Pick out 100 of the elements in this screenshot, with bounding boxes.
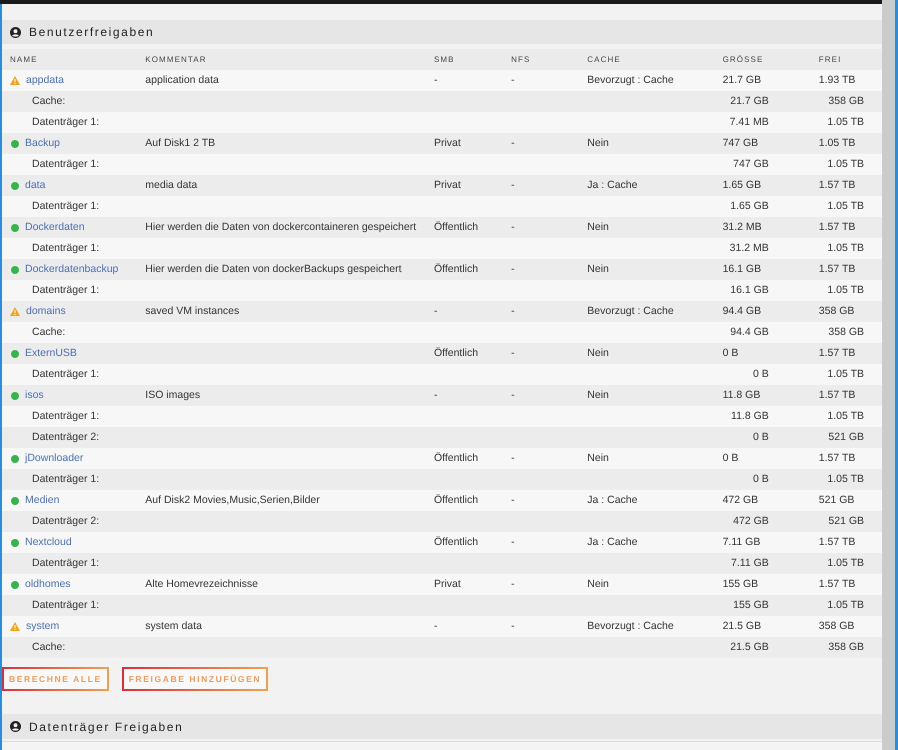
nfs-value: - bbox=[511, 494, 515, 506]
share-link[interactable]: ExternUSB bbox=[25, 343, 77, 364]
smb-value: Öffentlich bbox=[434, 494, 478, 506]
free-value: 1.57 TB bbox=[818, 179, 856, 191]
free-value: 1.05 TB bbox=[827, 368, 864, 380]
nfs-value: - bbox=[511, 263, 515, 275]
size-value: 1.65 GB bbox=[722, 179, 762, 191]
share-link[interactable]: data bbox=[25, 175, 46, 196]
free-value: 1.57 TB bbox=[818, 536, 856, 548]
column-header: SMB bbox=[434, 55, 455, 64]
size-value: 0 B bbox=[753, 431, 769, 443]
size-value: 747 GB bbox=[733, 158, 769, 170]
nfs-value: - bbox=[511, 179, 515, 191]
share-comment: media data bbox=[145, 179, 198, 191]
free-value: 1.05 TB bbox=[827, 284, 864, 296]
column-header: NFS bbox=[511, 55, 530, 64]
share-comment: Auf Disk2 Movies,Music,Serien,Bilder bbox=[145, 494, 320, 506]
smb-value: Privat bbox=[434, 137, 461, 149]
size-value: 1.65 GB bbox=[730, 200, 769, 212]
size-value: 7.11 GB bbox=[722, 536, 760, 548]
size-value: 21.5 GB bbox=[730, 641, 769, 653]
size-value: 472 GB bbox=[733, 515, 769, 527]
size-value: 94.4 GB bbox=[730, 326, 769, 338]
nfs-value: - bbox=[511, 452, 515, 464]
free-value: 1.05 TB bbox=[827, 599, 864, 611]
cache-value: Ja : Cache bbox=[587, 536, 638, 548]
smb-value: Öffentlich bbox=[434, 263, 478, 275]
free-value: 1.05 TB bbox=[827, 557, 864, 569]
cache-value: Bevorzugt : Cache bbox=[587, 74, 674, 86]
smb-value: - bbox=[434, 74, 438, 86]
section-title: Datenträger Freigaben bbox=[29, 718, 184, 736]
free-value: 358 GB bbox=[818, 620, 854, 632]
column-header: NAME bbox=[10, 55, 38, 64]
share-comment: system data bbox=[145, 620, 202, 632]
user-icon bbox=[10, 721, 21, 732]
free-value: 1.05 TB bbox=[827, 158, 864, 170]
free-value: 521 GB bbox=[828, 431, 864, 443]
free-value: 1.05 TB bbox=[827, 116, 864, 128]
column-header: CACHE bbox=[587, 55, 621, 64]
cache-value: Bevorzugt : Cache bbox=[587, 620, 674, 632]
free-value: 358 GB bbox=[828, 326, 864, 338]
cache-value: Nein bbox=[587, 452, 609, 464]
free-value: 1.57 TB bbox=[818, 221, 856, 233]
size-value: 94.4 GB bbox=[722, 305, 762, 317]
share-link[interactable]: Dockerdaten bbox=[25, 217, 85, 238]
free-value: 358 GB bbox=[828, 641, 864, 653]
size-value: 21.7 GB bbox=[730, 95, 769, 107]
size-value: 0 B bbox=[722, 347, 738, 359]
share-link[interactable]: domains bbox=[26, 301, 66, 322]
nfs-value: - bbox=[511, 305, 515, 317]
share-link[interactable]: Dockerdatenbackup bbox=[25, 259, 118, 280]
share-link[interactable]: system bbox=[26, 616, 60, 637]
share-link[interactable]: Medien bbox=[25, 490, 60, 511]
share-link[interactable]: oldhomes bbox=[25, 574, 71, 595]
size-value: 472 GB bbox=[722, 494, 758, 506]
share-comment: application data bbox=[145, 74, 219, 86]
smb-value: Öffentlich bbox=[434, 452, 478, 464]
size-value: 11.8 GB bbox=[722, 389, 760, 401]
share-comment: Alte Homevrezeichnisse bbox=[145, 578, 258, 590]
disk-label: Datenträger 1: bbox=[32, 284, 100, 296]
cache-value: Nein bbox=[587, 137, 609, 149]
share-comment: saved VM instances bbox=[145, 305, 240, 317]
disk-label: Cache: bbox=[32, 641, 66, 653]
free-value: 1.05 TB bbox=[818, 137, 856, 149]
disk-label: Datenträger 1: bbox=[32, 200, 100, 212]
disk-label: Cache: bbox=[32, 326, 66, 338]
smb-value: Öffentlich bbox=[434, 221, 478, 233]
cache-value: Nein bbox=[587, 347, 609, 359]
column-header: FREI bbox=[818, 55, 842, 64]
free-value: 1.93 TB bbox=[818, 74, 856, 86]
share-comment: Hier werden die Daten von dockercontaineren gespeichert bbox=[145, 221, 416, 233]
size-value: 155 GB bbox=[733, 599, 769, 611]
nfs-value: - bbox=[511, 74, 515, 86]
share-link[interactable]: appdata bbox=[26, 70, 64, 91]
share-link[interactable]: Nextcloud bbox=[25, 532, 72, 553]
size-value: 31.2 MB bbox=[722, 221, 762, 233]
share-link[interactable]: isos bbox=[25, 385, 44, 406]
cache-value: Ja : Cache bbox=[587, 494, 638, 506]
free-value: 1.57 TB bbox=[818, 389, 856, 401]
size-value: 16.1 GB bbox=[730, 284, 769, 296]
size-value: 11.8 GB bbox=[731, 410, 769, 422]
size-value: 16.1 GB bbox=[722, 263, 762, 275]
size-value: 7.11 GB bbox=[731, 557, 769, 569]
scrollbar[interactable] bbox=[882, 0, 895, 750]
share-link[interactable]: jDownloader bbox=[25, 448, 84, 469]
disk-label: Datenträger 1: bbox=[32, 368, 100, 380]
size-value: 21.7 GB bbox=[722, 74, 762, 86]
smb-value: - bbox=[434, 305, 438, 317]
share-link[interactable]: Backup bbox=[25, 133, 60, 154]
share-comment: ISO images bbox=[145, 389, 200, 401]
size-value: 7.41 MB bbox=[730, 116, 769, 128]
free-value: 521 GB bbox=[828, 515, 864, 527]
free-value: 1.57 TB bbox=[818, 347, 856, 359]
free-value: 1.05 TB bbox=[827, 473, 864, 485]
smb-value: Privat bbox=[434, 578, 461, 590]
disk-label: Datenträger 2: bbox=[32, 431, 100, 443]
smb-value: - bbox=[434, 389, 438, 401]
cache-value: Nein bbox=[587, 263, 609, 275]
disk-label: Datenträger 1: bbox=[32, 410, 100, 422]
smb-value: Öffentlich bbox=[434, 347, 478, 359]
